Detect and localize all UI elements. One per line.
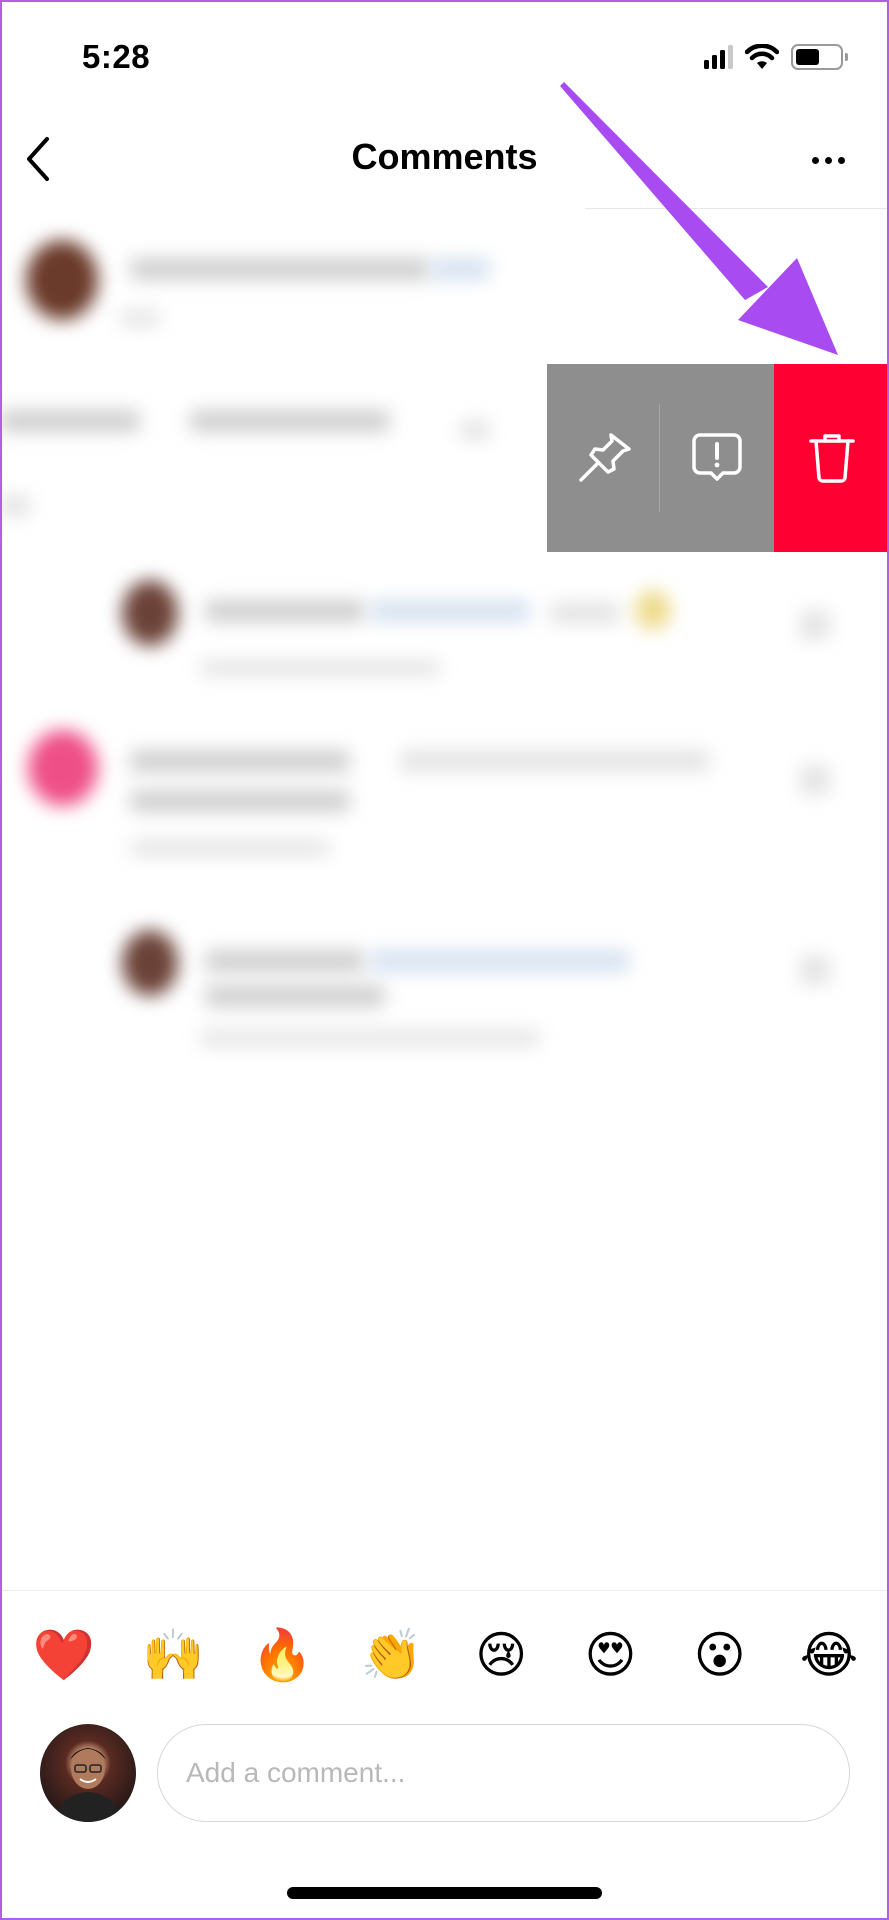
report-bubble-icon: [692, 433, 742, 481]
annotation-arrow-icon: [560, 82, 838, 355]
user-avatar: [40, 1724, 136, 1822]
emoji-crying-button[interactable]: 😢: [461, 1620, 541, 1690]
emoji-raised-hands-button[interactable]: 🙌: [133, 1620, 213, 1690]
home-indicator[interactable]: [287, 1887, 602, 1899]
emoji-fire-button[interactable]: 🔥: [243, 1620, 323, 1690]
trash-icon: [808, 434, 855, 483]
quick-emoji-bar: ❤️ 🙌 🔥 👏 😢 😍 😮 😂: [24, 1620, 869, 1690]
comment-composer: [0, 1722, 889, 1832]
comment-input[interactable]: [157, 1724, 850, 1822]
emoji-laughing-button[interactable]: 😂: [789, 1620, 869, 1690]
comment-avatar: [122, 580, 178, 646]
emoji-heart-eyes-button[interactable]: 😍: [570, 1620, 650, 1690]
emoji-clap-button[interactable]: 👏: [352, 1620, 432, 1690]
comment-avatar: [122, 930, 178, 996]
emoji-surprised-button[interactable]: 😮: [680, 1620, 760, 1690]
emoji-heart-button[interactable]: ❤️: [24, 1620, 104, 1690]
composer-divider: [0, 1590, 889, 1591]
pin-icon: [578, 433, 631, 482]
comment-avatar: [28, 730, 98, 806]
